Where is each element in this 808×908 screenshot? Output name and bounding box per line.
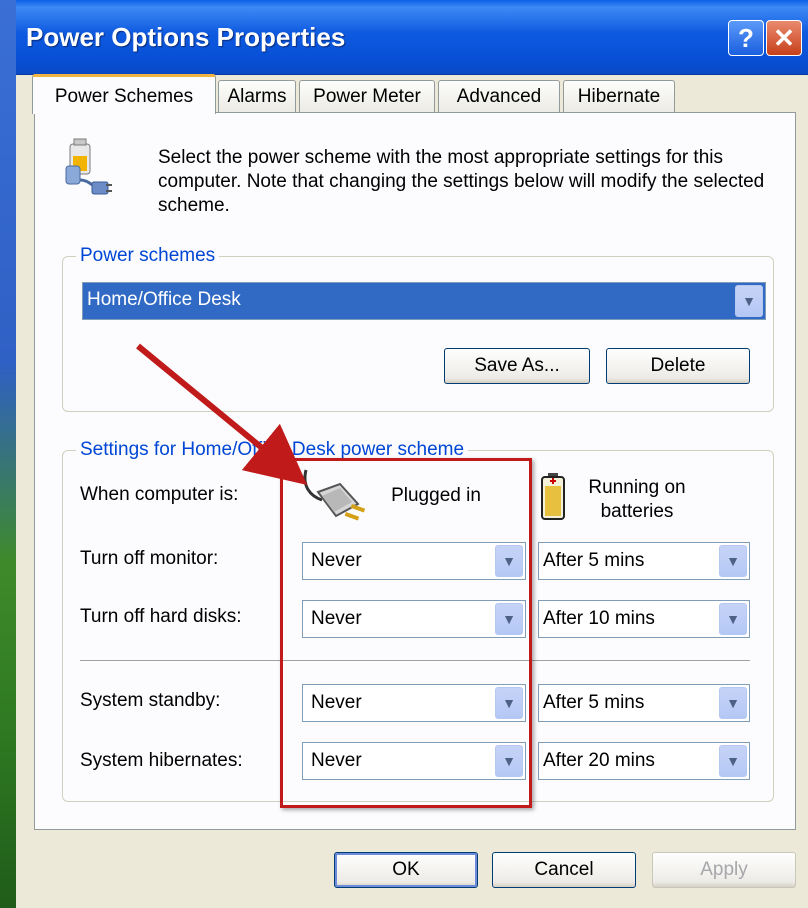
tab-alarms[interactable]: Alarms — [218, 80, 296, 112]
power-schemes-legend: Power schemes — [76, 245, 220, 267]
tab-advanced[interactable]: Advanced — [438, 80, 560, 112]
chevron-down-icon[interactable]: ▼ — [735, 285, 763, 317]
highlight-box-annotation — [280, 458, 532, 808]
turn-off-monitor-battery-select[interactable]: After 5 mins ▼ — [538, 542, 750, 580]
turn-off-hard-disks-label: Turn off hard disks: — [80, 606, 242, 627]
delete-button[interactable]: Delete — [606, 348, 750, 384]
battery-icon — [538, 472, 568, 522]
desktop-background-strip — [0, 0, 16, 908]
system-hibernates-battery-select[interactable]: After 20 mins ▼ — [538, 742, 750, 780]
chevron-down-icon[interactable]: ▼ — [719, 745, 747, 777]
chevron-down-icon[interactable]: ▼ — [719, 545, 747, 577]
combo-value: After 10 mins — [543, 608, 655, 629]
power-scheme-value: Home/Office Desk — [87, 289, 241, 310]
window-title: Power Options Properties — [26, 22, 346, 52]
cancel-button[interactable]: Cancel — [492, 852, 636, 888]
turn-off-hard-disks-battery-select[interactable]: After 10 mins ▼ — [538, 600, 750, 638]
save-as-button[interactable]: Save As... — [444, 348, 590, 384]
apply-button[interactable]: Apply — [652, 852, 796, 888]
system-standby-label: System standby: — [80, 690, 221, 711]
combo-value: After 5 mins — [543, 550, 645, 571]
tab-hibernate[interactable]: Hibernate — [563, 80, 675, 112]
power-scheme-select[interactable]: Home/Office Desk ▼ — [82, 282, 766, 320]
combo-value: After 5 mins — [543, 692, 645, 713]
chevron-down-icon[interactable]: ▼ — [719, 603, 747, 635]
combo-value: After 20 mins — [543, 750, 655, 771]
tab-power-meter[interactable]: Power Meter — [299, 80, 435, 112]
turn-off-monitor-label: Turn off monitor: — [80, 548, 219, 569]
chevron-down-icon[interactable]: ▼ — [719, 687, 747, 719]
system-standby-battery-select[interactable]: After 5 mins ▼ — [538, 684, 750, 722]
help-button[interactable]: ? — [728, 20, 764, 56]
running-on-batteries-header-line2: batteries — [600, 501, 674, 522]
intro-description: Select the power scheme with the most ap… — [158, 147, 765, 216]
running-on-batteries-header-line1: Running on — [588, 477, 686, 498]
close-button[interactable]: ✕ — [766, 20, 802, 56]
power-scheme-icon — [56, 136, 116, 200]
system-hibernates-label: System hibernates: — [80, 750, 243, 771]
power-options-dialog: Power Options Properties ? ✕ Power Schem… — [16, 0, 808, 908]
ok-button[interactable]: OK — [334, 852, 478, 888]
title-bar[interactable]: Power Options Properties ? ✕ — [16, 0, 808, 75]
red-arrow-annotation — [136, 343, 308, 486]
tab-power-schemes[interactable]: Power Schemes — [32, 74, 216, 114]
